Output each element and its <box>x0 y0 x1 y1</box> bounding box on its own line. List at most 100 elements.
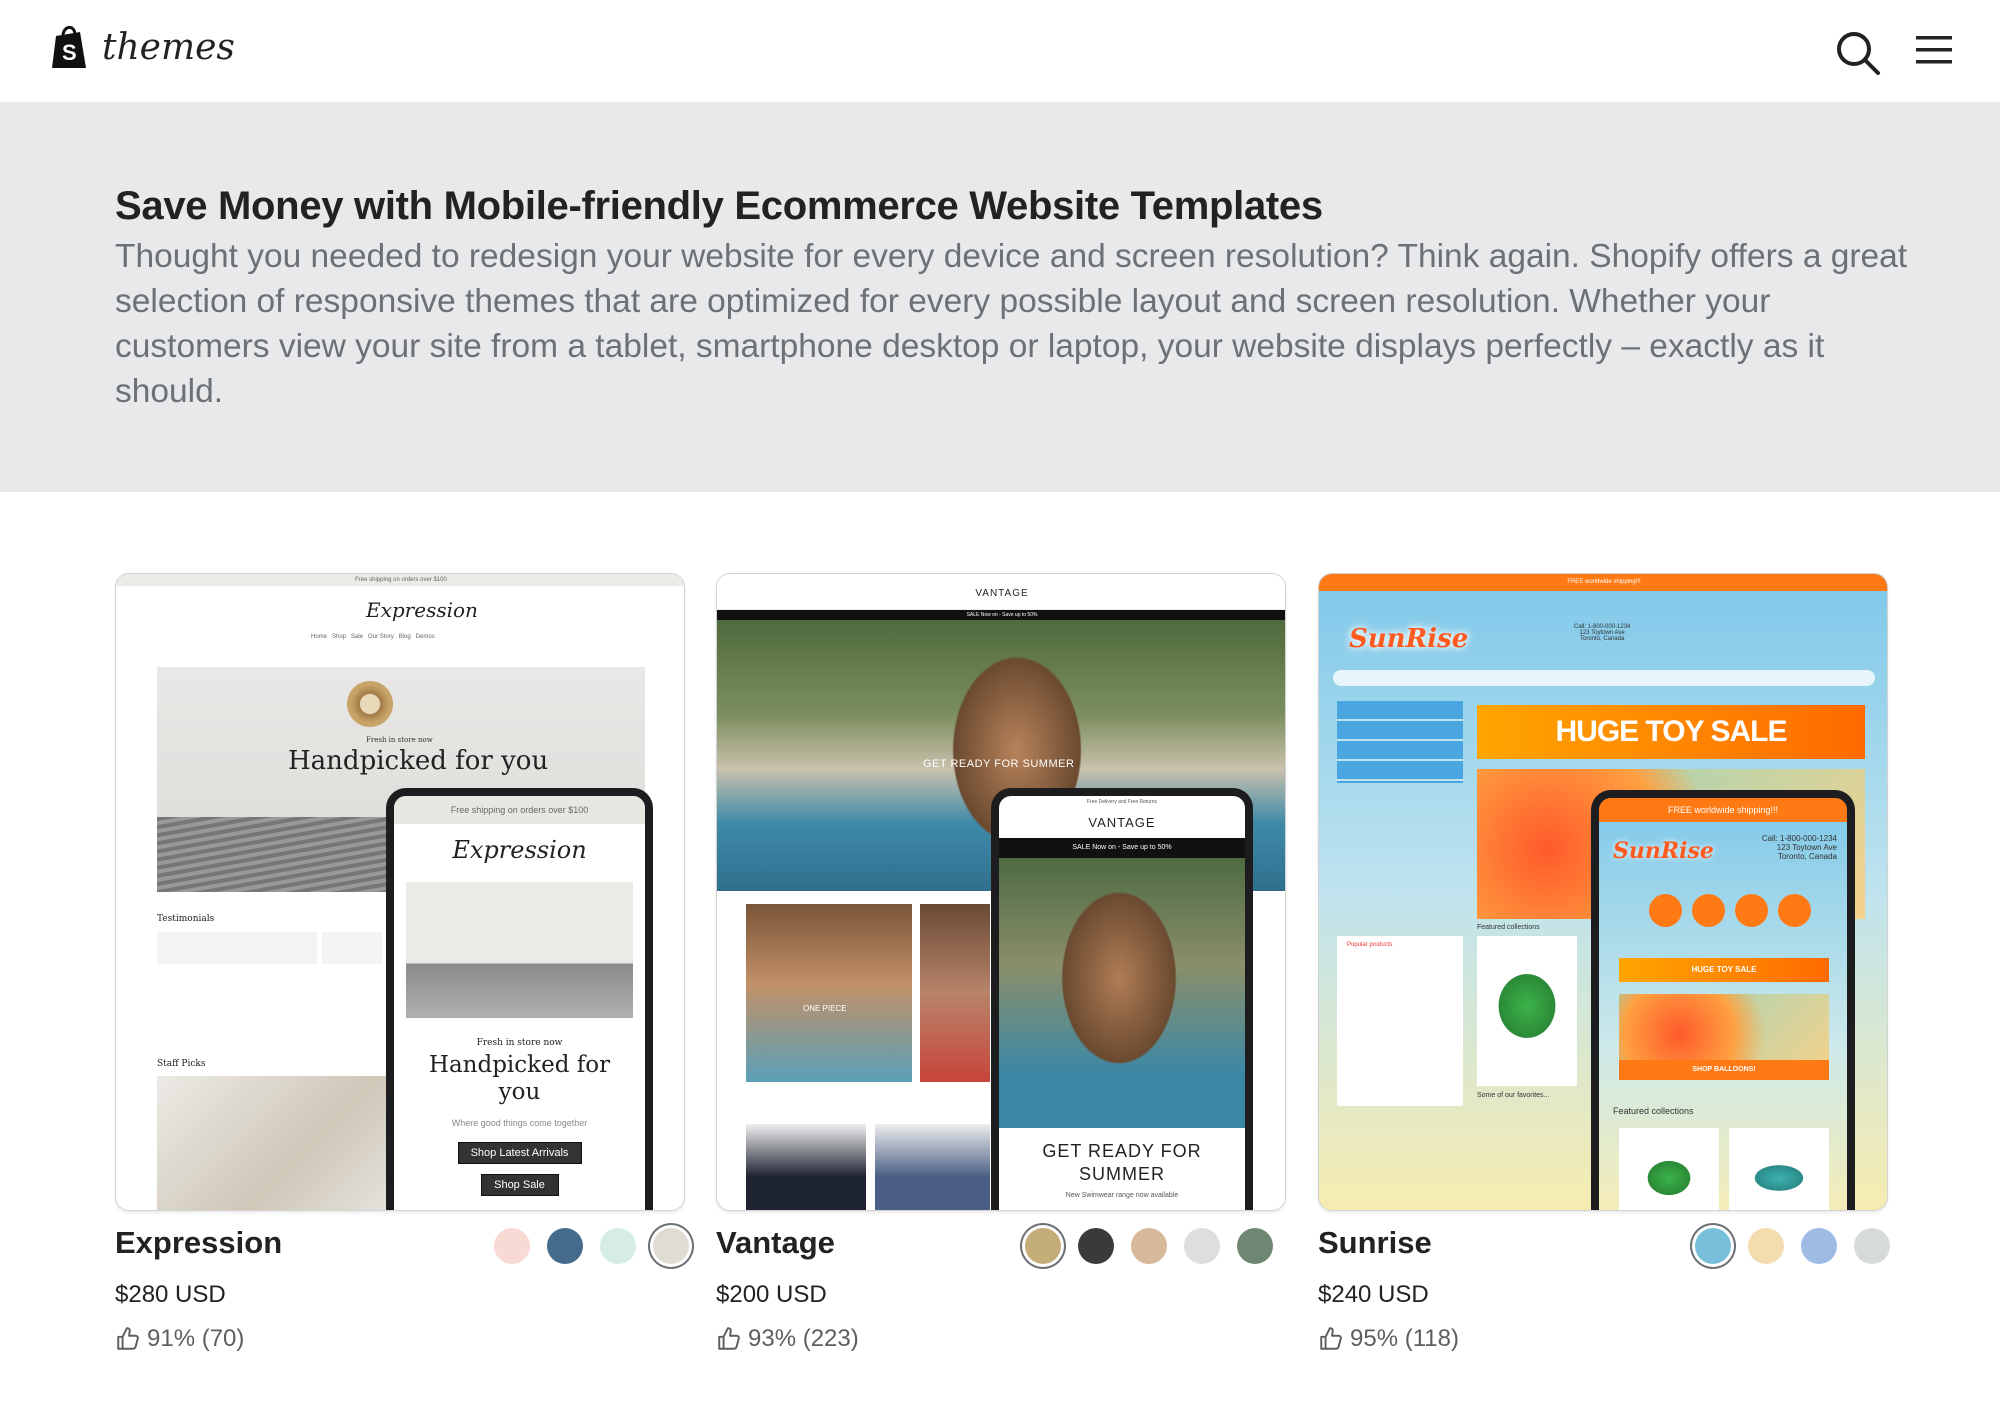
staff-picks-heading: Staff Picks <box>157 1059 206 1069</box>
tile-label: ONE PIECE <box>803 1004 847 1013</box>
theme-card-sunrise: FREE worldwide shipping!!! SunRise Call:… <box>1318 573 1890 1352</box>
shipping-bar: FREE worldwide shipping!!! <box>1319 574 1887 591</box>
popular-heading: Popular products <box>1347 942 1393 948</box>
shop-latest-button: Shop Latest Arrivals <box>457 1142 582 1164</box>
preview-logo: Expression <box>366 598 478 622</box>
testimonial-card <box>157 932 317 964</box>
testimonials-heading: Testimonials <box>157 914 215 924</box>
theme-name[interactable]: Vantage <box>716 1225 835 1261</box>
favorites-heading: Some of our favorites... <box>1477 1092 1550 1099</box>
phone-logo: SunRise <box>1613 838 1714 864</box>
shop-balloons-button: SHOP BALLOONS! <box>1619 1060 1829 1080</box>
shop-sale-button: Shop Sale <box>480 1174 559 1196</box>
theme-price: $280 USD <box>115 1281 226 1308</box>
color-swatches <box>1025 1228 1273 1264</box>
phone-contact: Call: 1-800-000-1234 123 Toytown Ave Tor… <box>1761 834 1837 861</box>
swatch-sand[interactable] <box>1748 1228 1784 1264</box>
phone-subhead: Where good things come together <box>451 1118 588 1128</box>
hamburger-menu-icon[interactable] <box>1916 34 1952 66</box>
mobile-preview: Free shipping on orders over $100 Expres… <box>386 788 653 1210</box>
phone-hero-image <box>406 882 633 1018</box>
search-icon[interactable] <box>1835 30 1881 76</box>
theme-price: $240 USD <box>1318 1281 1429 1308</box>
svg-text:S: S <box>62 40 77 65</box>
phone-topbar: Free Delivery and Free Returns <box>1086 799 1158 805</box>
swatch-blue[interactable] <box>547 1228 583 1264</box>
mobile-preview: Free Delivery and Free Returns VANTAGE S… <box>991 788 1253 1210</box>
crocodile-toy-image <box>1477 936 1577 1086</box>
phone-shipping-bar: FREE worldwide shipping!!! <box>1599 798 1847 822</box>
theme-card-expression: Free shipping on orders over $100 Expres… <box>115 573 689 1352</box>
preview-nav <box>1333 670 1875 686</box>
sale-banner: HUGE TOY SALE <box>1477 705 1865 759</box>
swatch-pink[interactable] <box>494 1228 530 1264</box>
phone-icon-row <box>1649 894 1811 927</box>
eyebrow-text: Fresh in store now <box>366 736 433 744</box>
mobile-preview: FREE worldwide shipping!!! SunRise Call:… <box>1591 790 1855 1210</box>
preview-logo: VANTAGE <box>975 588 1029 599</box>
rating-text: 91% (70) <box>147 1325 245 1352</box>
testimonial-card <box>322 932 382 964</box>
swatch-mint[interactable] <box>600 1228 636 1264</box>
phone-featured-heading: Featured collections <box>1613 1106 1694 1116</box>
theme-rating: 93% (223) <box>716 1325 859 1353</box>
swatch-light-gray[interactable] <box>1184 1228 1220 1264</box>
phone-car-image <box>1729 1128 1829 1210</box>
thumbs-up-icon <box>117 1327 139 1350</box>
phone-headline: GET READY FOR SUMMER <box>1042 1141 1202 1184</box>
preview-nav: Home Shop Sale Our Story Blog Demos <box>311 634 435 640</box>
phone-crocodile-image <box>1619 1128 1719 1210</box>
user-circle-icon <box>1692 894 1725 927</box>
product-photo <box>875 1124 990 1210</box>
shopify-bag-icon: S <box>52 26 86 68</box>
phone-headline: Handpicked for you <box>428 1052 611 1105</box>
swatch-tan[interactable] <box>1131 1228 1167 1264</box>
theme-preview-sunrise[interactable]: FREE worldwide shipping!!! SunRise Call:… <box>1318 573 1888 1211</box>
color-swatches <box>494 1228 689 1264</box>
theme-preview-vantage[interactable]: VANTAGE SALE Now on - Save up to 50% GET… <box>716 573 1286 1211</box>
thumbs-up-icon <box>718 1327 740 1350</box>
phone-subhead: New Swimwear range now available <box>1065 1192 1179 1199</box>
swatch-gold-selected[interactable] <box>1025 1228 1061 1264</box>
page-title: Save Money with Mobile-friendly Ecommerc… <box>115 184 1323 228</box>
tile-photo <box>920 904 990 1082</box>
theme-name[interactable]: Expression <box>115 1225 282 1261</box>
phone-hero-photo <box>999 858 1245 1128</box>
rating-text: 93% (223) <box>748 1325 859 1352</box>
category-menu <box>1337 701 1463 783</box>
hero-headline: Handpicked for you <box>288 746 549 776</box>
hammock-image <box>157 1076 392 1210</box>
contact-info: Call: 1-800-000-1234 123 Toytown Ave Tor… <box>1574 624 1631 642</box>
thumbs-up-icon <box>1320 1327 1342 1350</box>
rating-text: 95% (118) <box>1350 1325 1459 1352</box>
swatch-charcoal[interactable] <box>1078 1228 1114 1264</box>
preview-logo: SunRise <box>1349 624 1469 654</box>
tile-photo <box>746 904 912 1082</box>
theme-name[interactable]: Sunrise <box>1318 1225 1432 1261</box>
swatch-beige-selected[interactable] <box>653 1228 689 1264</box>
product-photo <box>746 1124 866 1210</box>
search-circle-icon <box>1778 894 1811 927</box>
theme-price: $200 USD <box>716 1281 827 1308</box>
phone-logo: Expression <box>452 836 587 864</box>
hat-image <box>347 681 393 727</box>
swatch-sky-selected[interactable] <box>1695 1228 1731 1264</box>
sale-bar: SALE Now on - Save up to 50% <box>717 610 1285 620</box>
themes-logo[interactable]: S themes <box>50 24 235 70</box>
hero-headline: GET READY FOR SUMMER <box>923 758 1075 770</box>
menu-circle-icon <box>1649 894 1682 927</box>
site-header: S themes <box>0 0 2000 102</box>
swatch-gray[interactable] <box>1854 1228 1890 1264</box>
cart-circle-icon <box>1735 894 1768 927</box>
logo-text: themes <box>102 26 235 68</box>
featured-heading: Featured collections <box>1477 924 1540 931</box>
phone-announcement: Free shipping on orders over $100 <box>394 796 645 824</box>
swatch-periwinkle[interactable] <box>1801 1228 1837 1264</box>
phone-sale-banner: HUGE TOY SALE <box>1619 958 1829 982</box>
color-swatches <box>1695 1228 1890 1264</box>
swatch-green[interactable] <box>1237 1228 1273 1264</box>
theme-preview-expression[interactable]: Free shipping on orders over $100 Expres… <box>115 573 685 1211</box>
theme-card-vantage: VANTAGE SALE Now on - Save up to 50% GET… <box>716 573 1286 1352</box>
page-description: Thought you needed to redesign your webs… <box>115 238 1908 410</box>
popular-products <box>1337 936 1463 1106</box>
